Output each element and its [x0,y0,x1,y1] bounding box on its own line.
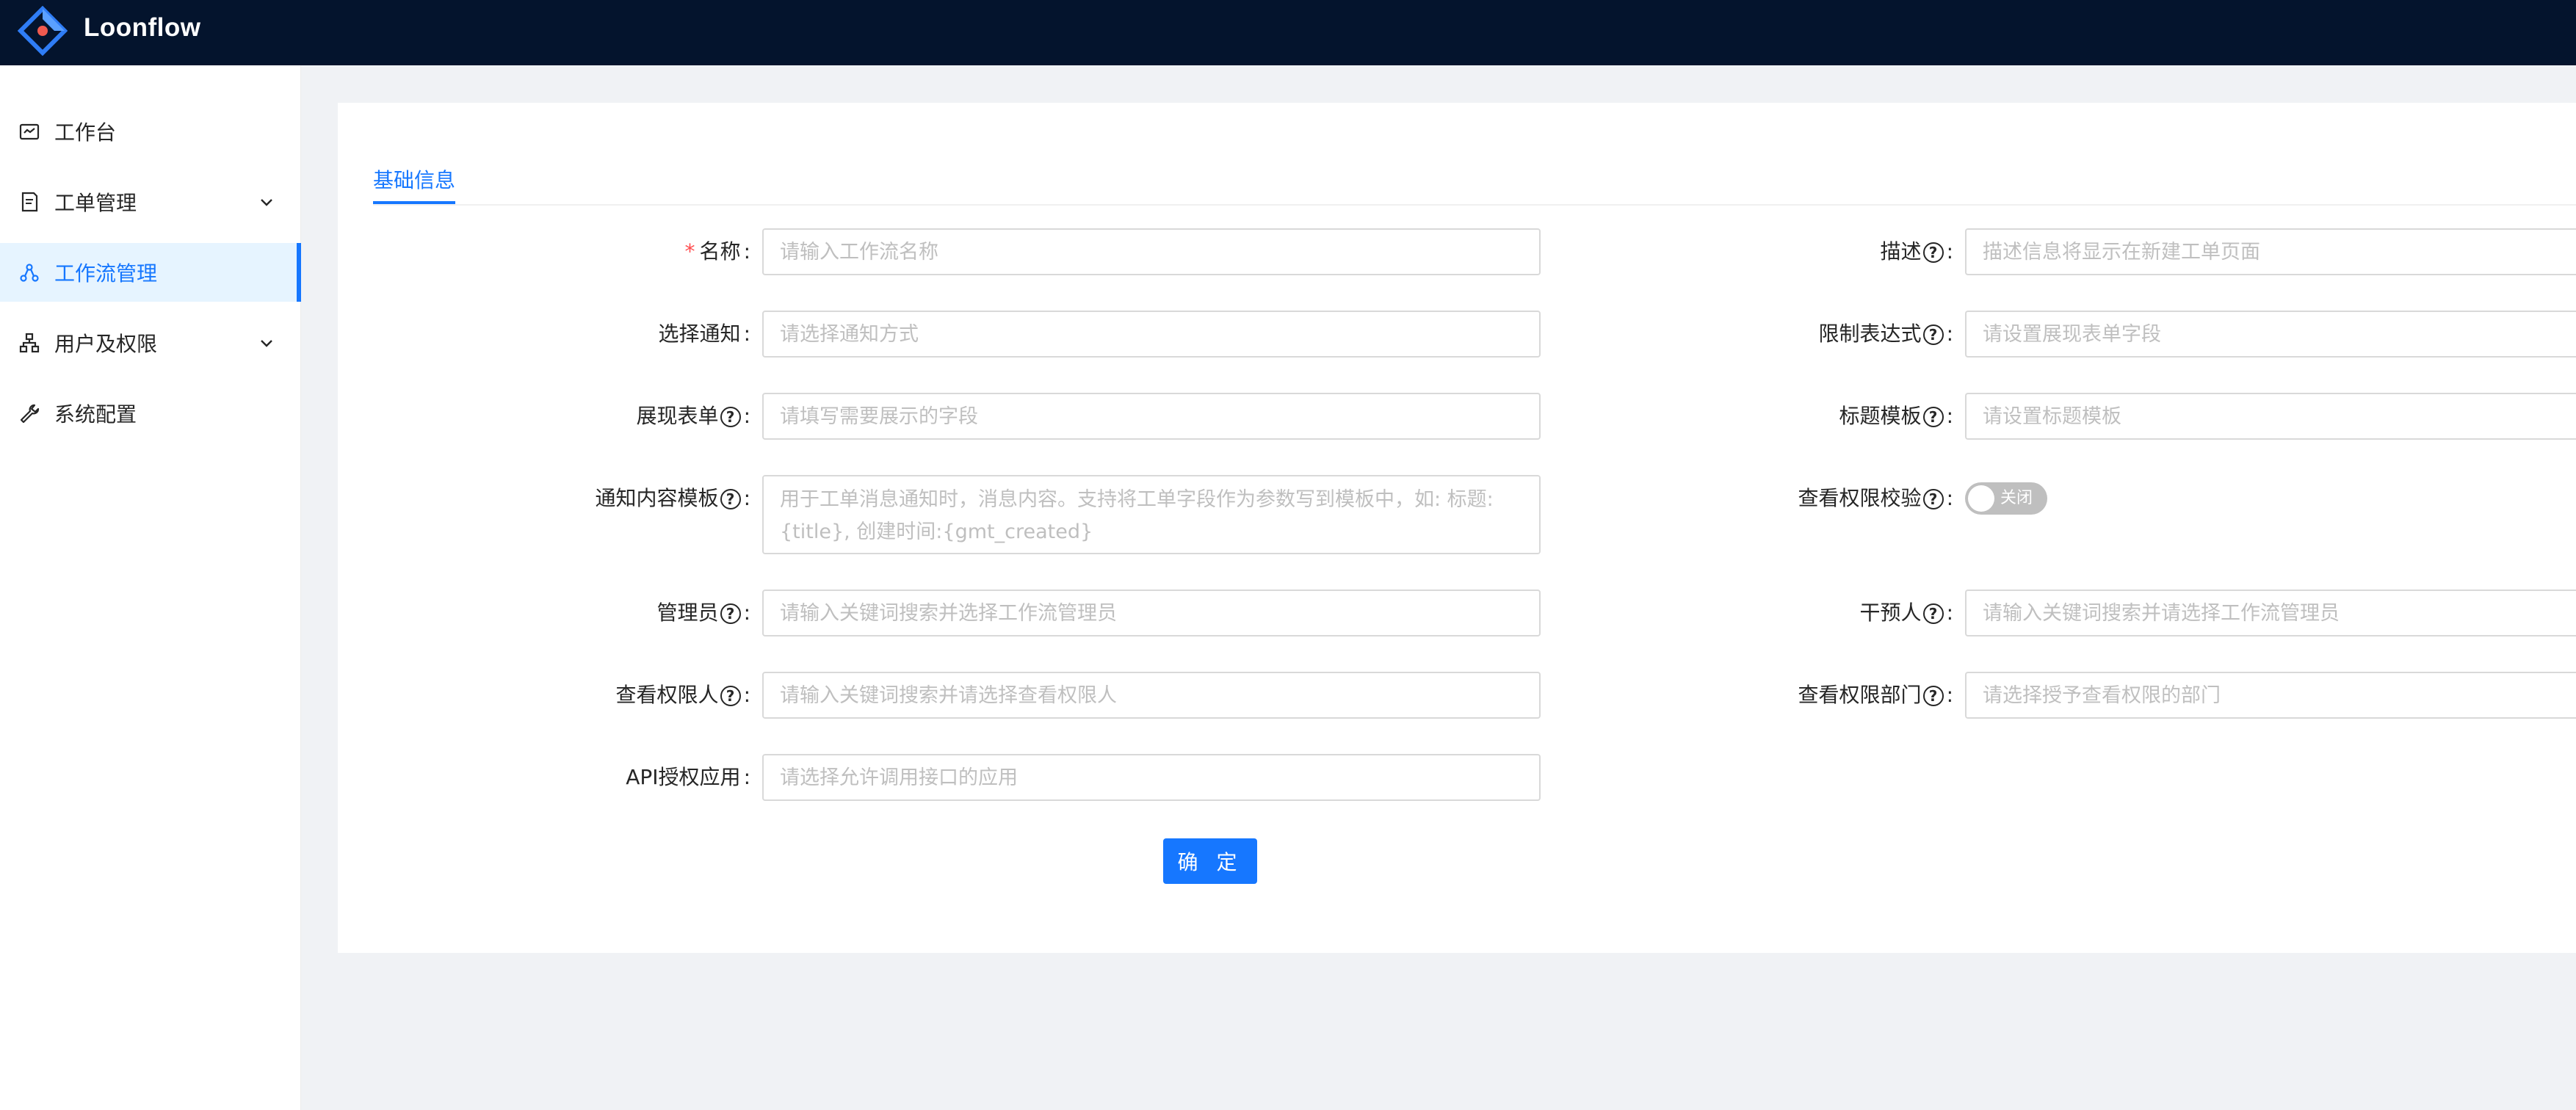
help-icon[interactable]: ? [1922,489,1944,509]
notify-template-label: 通知内容模板?: [595,486,750,510]
workflow-icon [20,264,39,282]
help-icon[interactable]: ? [720,407,741,427]
app-brand: Loonflow [84,13,201,42]
limit-expression-label: 限制表达式?: [1818,322,1953,346]
sidebar-item-label: 系统配置 [54,402,137,427]
api-apps-label: API授权应用: [626,765,750,789]
wrench-icon [20,404,40,424]
intervener-select[interactable] [1965,590,2576,636]
sidebar-item-workflows[interactable]: 工作流管理 [0,243,301,302]
description-input[interactable] [1965,228,2576,275]
view-persons-select[interactable] [762,672,1541,719]
help-icon[interactable]: ? [1922,407,1944,427]
api-apps-select[interactable] [762,754,1541,801]
intervener-label: 干预人?: [1859,601,1953,625]
admin-label: 管理员?: [656,601,750,625]
view-check-label: 查看权限校验?: [1798,486,1953,510]
help-icon[interactable]: ? [720,489,741,509]
notify-select[interactable] [762,311,1541,358]
switch-knob [1968,485,1994,512]
help-icon[interactable]: ? [720,686,741,706]
view-check-switch[interactable]: 关闭 [1965,482,2047,515]
sidebar-item-users[interactable]: 用户及权限 [0,313,301,372]
description-label: 描述?: [1880,239,1953,264]
workflow-name-input[interactable] [762,228,1541,275]
sidebar-item-label: 工作台 [54,120,117,145]
tab-basic-info[interactable]: 基础信息 [373,156,455,206]
display-form-input[interactable] [762,393,1541,440]
help-icon[interactable]: ? [1922,686,1944,706]
help-icon[interactable]: ? [1922,603,1944,624]
tab-ink-bar [373,201,455,204]
top-header: Loonflow [0,0,2576,65]
help-icon[interactable]: ? [1922,324,1944,345]
loonflow-logo-icon[interactable] [18,6,68,56]
display-form-label: 展现表单?: [636,404,750,428]
sidebar-item-label: 工单管理 [54,191,137,215]
tab-bar: 基础信息 [373,156,2576,206]
org-icon [19,333,40,353]
sidebar: 工作台 工单管理 工作流管理 用户及权限 系统配置 [0,65,301,1110]
sidebar-item-label: 工作流管理 [54,261,158,286]
chevron-down-icon [261,340,272,347]
limit-expression-input[interactable] [1965,311,2576,358]
admin-select[interactable] [762,590,1541,636]
title-template-label: 标题模板?: [1839,404,1953,428]
title-template-input[interactable] [1965,393,2576,440]
help-icon[interactable]: ? [720,603,741,624]
notify-label: 选择通知: [658,322,750,346]
sidebar-item-workbench[interactable]: 工作台 [0,102,301,161]
required-mark: * [684,239,695,264]
help-icon[interactable]: ? [1922,242,1944,263]
chevron-down-icon [261,199,272,206]
submit-button[interactable]: 确 定 [1163,838,1257,884]
view-persons-label: 查看权限人?: [615,683,750,707]
sidebar-item-tickets[interactable]: 工单管理 [0,173,301,231]
view-depts-label: 查看权限部门?: [1798,683,1953,707]
notify-template-textarea[interactable] [762,475,1541,554]
sidebar-item-settings[interactable]: 系统配置 [0,384,301,443]
dashboard-icon [19,123,40,140]
name-label: * 名称: [684,239,750,264]
sidebar-item-label: 用户及权限 [54,332,158,356]
ticket-icon [21,192,38,212]
view-depts-select[interactable] [1965,672,2576,719]
switch-text: 关闭 [2000,489,2033,507]
